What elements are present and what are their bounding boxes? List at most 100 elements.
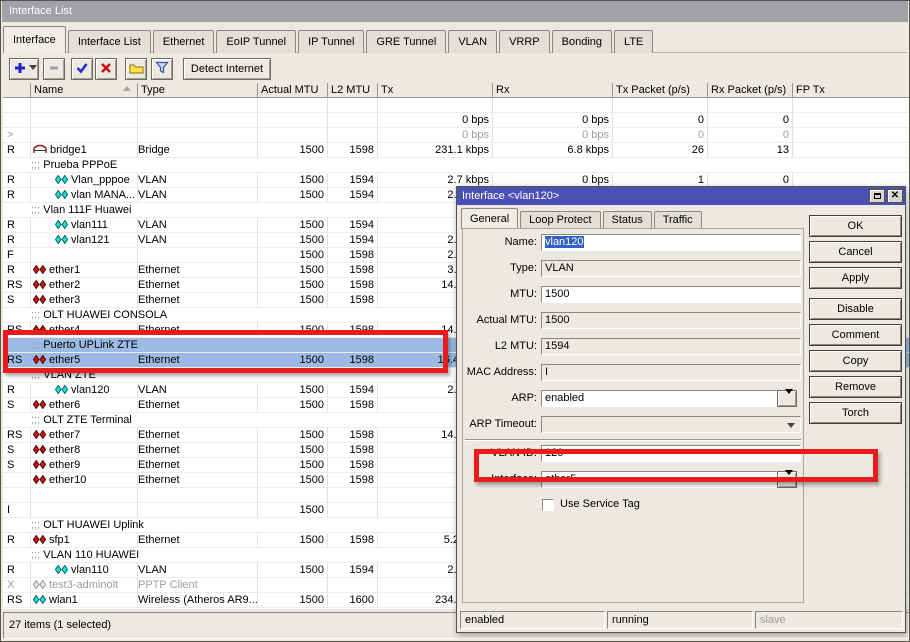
cancel-button[interactable]: Cancel xyxy=(809,241,902,263)
interface-name: ether7 xyxy=(49,429,80,441)
name-cell: vlan121 xyxy=(31,233,138,247)
close-button[interactable]: ✕ xyxy=(887,189,903,203)
tab-ethernet[interactable]: Ethernet xyxy=(153,30,215,53)
column-header-flag[interactable] xyxy=(3,83,31,98)
flag-cell: R xyxy=(3,533,31,547)
disable-button[interactable] xyxy=(95,58,117,80)
detect-internet-button[interactable]: Detect Internet xyxy=(183,58,271,80)
column-header-rxp[interactable]: Rx Packet (p/s) xyxy=(708,83,793,98)
apply-button[interactable]: Apply xyxy=(809,267,902,289)
table-row[interactable]: >0 bps0 bps000 xyxy=(3,128,910,143)
main-tabstrip: InterfaceInterface ListEthernetEoIP Tunn… xyxy=(3,26,907,53)
dialog-tab-loop-protect[interactable]: Loop Protect xyxy=(520,211,600,229)
l2mtu-cell: 1598 xyxy=(328,143,378,157)
dialog-tab-status[interactable]: Status xyxy=(603,211,652,229)
arp-label: ARP: xyxy=(457,390,537,407)
item-count-text: 27 items (1 selected) xyxy=(9,619,111,631)
sort-ascending-icon xyxy=(123,86,131,91)
dialog-tab-traffic[interactable]: Traffic xyxy=(654,211,702,229)
l2mtu-cell xyxy=(328,503,378,517)
table-row[interactable]: Rbridge1Bridge15001598231.1 kbps6.8 kbps… xyxy=(3,143,910,158)
comment-text: Prueba PPPoE xyxy=(43,159,117,171)
vlan-icon xyxy=(55,384,68,397)
comment-row[interactable]: ;;; Prueba PPPoE xyxy=(3,158,910,173)
disable-button[interactable]: Disable xyxy=(809,298,902,320)
enabled-status: enabled xyxy=(460,611,605,629)
type-cell: Ethernet xyxy=(138,473,258,487)
tab-lte[interactable]: LTE xyxy=(614,30,653,53)
dialog-titlebar[interactable]: Interface <vlan120> xyxy=(457,187,905,205)
tab-gre-tunnel[interactable]: GRE Tunnel xyxy=(366,30,446,53)
tab-interface-list[interactable]: Interface List xyxy=(68,30,151,53)
enable-icon xyxy=(75,61,89,78)
ethernet-icon xyxy=(33,294,46,307)
table-row[interactable]: 0 bps0 bps000 xyxy=(3,113,910,128)
arp-combo[interactable]: enabled xyxy=(541,390,777,407)
column-header-l2mtu[interactable]: L2 MTU xyxy=(328,83,378,98)
flag-cell xyxy=(3,98,31,112)
column-header-fptx[interactable]: FP Tx xyxy=(793,83,910,98)
tab-interface[interactable]: Interface xyxy=(3,26,66,53)
tab-vlan[interactable]: VLAN xyxy=(448,30,497,53)
remove-button[interactable]: Remove xyxy=(809,376,902,398)
table-row[interactable] xyxy=(3,98,910,113)
tab-ip-tunnel[interactable]: IP Tunnel xyxy=(298,30,364,53)
window-titlebar[interactable]: Interface List xyxy=(2,1,908,22)
column-header-amtu[interactable]: Actual MTU xyxy=(258,83,328,98)
name-cell xyxy=(31,128,138,142)
column-header-rx[interactable]: Rx xyxy=(493,83,613,98)
column-header-type[interactable]: Type xyxy=(138,83,258,98)
enable-button[interactable] xyxy=(71,58,93,80)
amtu-cell: 1500 xyxy=(258,593,328,607)
type-field[interactable]: VLAN xyxy=(541,260,801,277)
ethernet-icon xyxy=(33,279,46,292)
name-cell xyxy=(31,248,138,262)
add-button[interactable] xyxy=(9,58,39,80)
comment-button[interactable]: Comment xyxy=(809,324,902,346)
column-header-name[interactable]: Name xyxy=(31,83,138,98)
flag-cell xyxy=(3,518,31,532)
column-header-tx[interactable]: Tx xyxy=(378,83,493,98)
rx-cell: 0 bps xyxy=(493,128,613,142)
flag-cell: > xyxy=(3,128,31,142)
flag-cell: S xyxy=(3,458,31,472)
name-field[interactable]: vlan120 xyxy=(541,234,801,251)
tab-bonding[interactable]: Bonding xyxy=(552,30,612,53)
actual-mtu-field[interactable]: 1500 xyxy=(541,312,801,329)
column-header-txp[interactable]: Tx Packet (p/s) xyxy=(613,83,708,98)
tab-vrrp[interactable]: VRRP xyxy=(499,30,550,53)
remove-button[interactable] xyxy=(43,58,65,80)
tab-eoip-tunnel[interactable]: EoIP Tunnel xyxy=(216,30,296,53)
arp-dropdown-button[interactable] xyxy=(777,390,797,407)
disable-icon xyxy=(99,61,113,78)
flag-cell xyxy=(3,308,31,322)
use-service-tag-checkbox[interactable] xyxy=(542,499,554,511)
comment-button[interactable] xyxy=(125,58,147,80)
maximize-button[interactable] xyxy=(869,189,885,203)
l2-mtu-field[interactable]: 1594 xyxy=(541,338,801,355)
dropdown-icon xyxy=(783,394,791,412)
copy-button[interactable]: Copy xyxy=(809,350,902,372)
mtu-field[interactable]: 1500 xyxy=(541,286,801,303)
flag-cell xyxy=(3,548,31,562)
amtu-cell: 1500 xyxy=(258,503,328,517)
flag-cell: RS xyxy=(3,593,31,607)
interface-name: bridge1 xyxy=(50,144,87,156)
form-separator xyxy=(465,439,801,441)
flag-cell: RS xyxy=(3,428,31,442)
name-cell: bridge1 xyxy=(31,143,138,157)
window-title: Interface List xyxy=(9,5,72,17)
filter-button[interactable] xyxy=(151,58,173,80)
interface-name: vlan111 xyxy=(71,219,108,231)
type-cell xyxy=(138,98,258,112)
mac-address-field[interactable]: I xyxy=(541,364,801,381)
arp-timeout-combo[interactable] xyxy=(541,416,801,433)
ethernet-icon xyxy=(33,429,46,442)
dialog-tabstrip: GeneralLoop ProtectStatusTraffic xyxy=(461,208,704,229)
ok-button[interactable]: OK xyxy=(809,215,902,237)
tx-cell: 0 bps xyxy=(378,128,493,142)
torch-button[interactable]: Torch xyxy=(809,402,902,424)
vlan-icon xyxy=(55,234,68,247)
name-cell xyxy=(31,488,138,502)
dialog-tab-general[interactable]: General xyxy=(461,208,518,229)
